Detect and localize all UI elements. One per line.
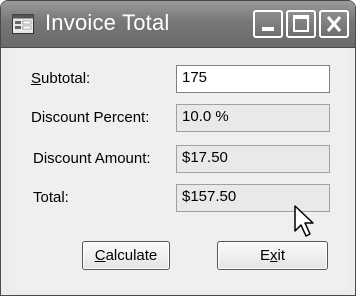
minimize-icon — [262, 27, 274, 31]
maximize-button[interactable] — [286, 10, 316, 38]
subtotal-label-rest: ubtotal: — [41, 70, 91, 87]
discount-amount-label: Discount Amount: — [33, 150, 151, 167]
close-button[interactable] — [319, 10, 349, 38]
exit-button[interactable]: Ex it — [217, 241, 328, 270]
subtotal-input[interactable]: 175 — [176, 65, 330, 93]
minimize-button[interactable] — [253, 10, 283, 38]
calculate-mnemonic: C — [94, 247, 106, 264]
calculate-label-rest: alculate — [105, 247, 158, 264]
discount-amount-field: $17.50 — [176, 145, 330, 173]
subtotal-label: Subtotal: — [31, 70, 90, 87]
exit-label-start: E — [259, 247, 270, 264]
exit-label-rest: it — [277, 247, 286, 264]
form-icon — [12, 14, 34, 34]
window-title: Invoice Total — [45, 10, 170, 35]
subtotal-label-mnemonic: S — [31, 70, 42, 87]
discount-percent-label: Discount Percent: — [31, 109, 150, 126]
close-icon — [326, 16, 342, 32]
mouse-pointer-icon — [294, 205, 314, 237]
maximize-icon — [293, 15, 309, 32]
calculate-button[interactable]: Calculate — [82, 241, 170, 270]
form-body: Subtotal: 175 Discount Percent: 10.0 % D… — [9, 48, 349, 291]
discount-percent-field: 10.0 % — [176, 104, 330, 132]
total-label: Total: — [33, 189, 69, 206]
exit-mnemonic: x — [270, 247, 278, 264]
invoice-total-window: Invoice Total Subtotal: 175 Discount Per… — [0, 0, 356, 296]
title-bar[interactable]: Invoice Total — [1, 1, 355, 48]
